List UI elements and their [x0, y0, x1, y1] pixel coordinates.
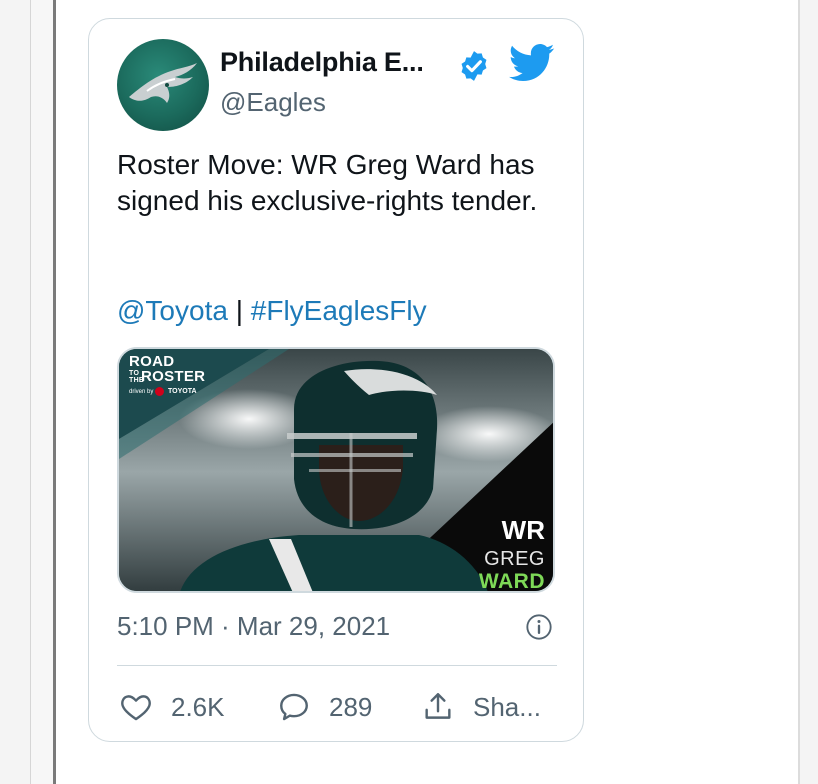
tweet-actions: 2.6K 289 Sha... — [117, 687, 557, 727]
player-position: WR — [501, 515, 545, 545]
player-last-name: WARD — [478, 570, 545, 593]
embedded-tweet-card[interactable]: Philadelphia E... @Eagles Roster Move: W… — [88, 18, 584, 742]
share-upload-icon — [425, 693, 451, 719]
divider — [117, 665, 557, 666]
info-icon[interactable] — [525, 613, 553, 641]
tweet-links-line: @Toyota | #FlyEaglesFly — [117, 293, 427, 329]
link-separator: | — [227, 295, 251, 326]
author-handle[interactable]: @Eagles — [220, 87, 326, 118]
mention-link[interactable]: @Toyota — [117, 295, 228, 326]
share-button[interactable]: Sha... — [421, 687, 541, 727]
eagles-logo-icon — [129, 63, 197, 103]
toyota-logo-icon — [155, 387, 165, 397]
reply-count: 289 — [329, 691, 373, 722]
twitter-bird-icon[interactable] — [509, 43, 555, 83]
right-frame — [798, 0, 800, 784]
reply-bubble-icon — [280, 693, 308, 721]
heart-icon — [121, 695, 151, 721]
hashtag-link[interactable]: #FlyEaglesFly — [251, 295, 427, 326]
like-count: 2.6K — [171, 691, 225, 722]
tweet-text: Roster Move: WR Greg Ward has signed his… — [117, 149, 538, 216]
player-first-name: GREG — [484, 548, 545, 570]
brand-roster-text: ROSTER — [141, 368, 206, 385]
like-button[interactable]: 2.6K — [119, 687, 225, 727]
reply-button[interactable]: 289 — [277, 687, 372, 727]
brand-sponsor-text: TOYOTA — [168, 388, 197, 396]
tweet-timestamp[interactable]: 5:10 PM · Mar 29, 2021 — [117, 611, 390, 642]
brand-driven-text: driven by — [129, 389, 154, 396]
brand-road-text: ROAD — [129, 353, 175, 370]
share-label: Sha... — [473, 691, 541, 722]
author-name[interactable]: Philadelphia E... — [220, 47, 424, 78]
road-to-roster-logo: ROAD TO THEROSTER driven by TOYOTA — [129, 353, 206, 397]
avatar[interactable] — [117, 39, 209, 131]
brand-tothe-text: TO THE — [129, 370, 144, 385]
verified-badge-icon — [461, 51, 487, 81]
tweet-media-image[interactable]: ROAD TO THEROSTER driven by TOYOTA WR GR… — [117, 347, 555, 593]
left-frame — [30, 0, 57, 784]
